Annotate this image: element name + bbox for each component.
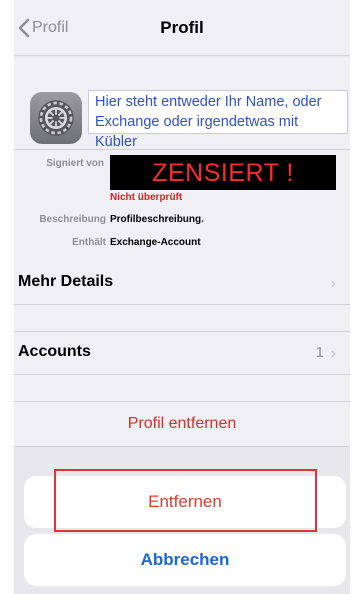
- settings-screen: Profil Profil Hier steht entweder Ihr Na…: [14, 0, 350, 594]
- description-label: Beschreibung: [39, 214, 106, 225]
- profile-name-line: Hier steht entweder Ihr Name, oder: [95, 94, 322, 110]
- chevron-right-icon: ›: [330, 275, 336, 292]
- description-value: Profilbeschreibung.: [110, 214, 204, 225]
- gear-icon: [38, 100, 74, 136]
- profile-name-box: Hier steht entweder Ihr Name, oder Excha…: [88, 90, 348, 150]
- more-details-row[interactable]: Mehr Details ›: [14, 262, 350, 304]
- highlight-box: [54, 469, 317, 532]
- remove-profile-button[interactable]: Profil entfernen: [14, 402, 350, 446]
- accounts-label: Accounts: [18, 343, 91, 360]
- signed-by-value: ZENSIERT !: [110, 155, 336, 190]
- cancel-button[interactable]: Abbrechen: [24, 534, 346, 586]
- accounts-row[interactable]: Accounts 1 ›: [14, 332, 350, 374]
- signed-by-label: Signiert von: [46, 158, 104, 169]
- contains-value: Exchange-Account: [110, 237, 201, 248]
- contains-label: Enthält: [72, 237, 106, 248]
- divider: [14, 446, 350, 447]
- page-title: Profil: [160, 18, 204, 37]
- navigation-bar: Profil Profil: [14, 0, 350, 56]
- accounts-count: 1: [315, 344, 324, 361]
- spacer: [14, 305, 350, 331]
- spacer-top: [14, 57, 350, 87]
- verification-status: Nicht überprüft: [110, 192, 183, 203]
- more-details-label: Mehr Details: [18, 273, 114, 290]
- chevron-right-icon: ›: [330, 345, 336, 362]
- profile-icon: [30, 92, 82, 144]
- profile-name-line: Exchange oder irgendetwas mit Kübler: [95, 114, 299, 150]
- spacer: [14, 375, 350, 402]
